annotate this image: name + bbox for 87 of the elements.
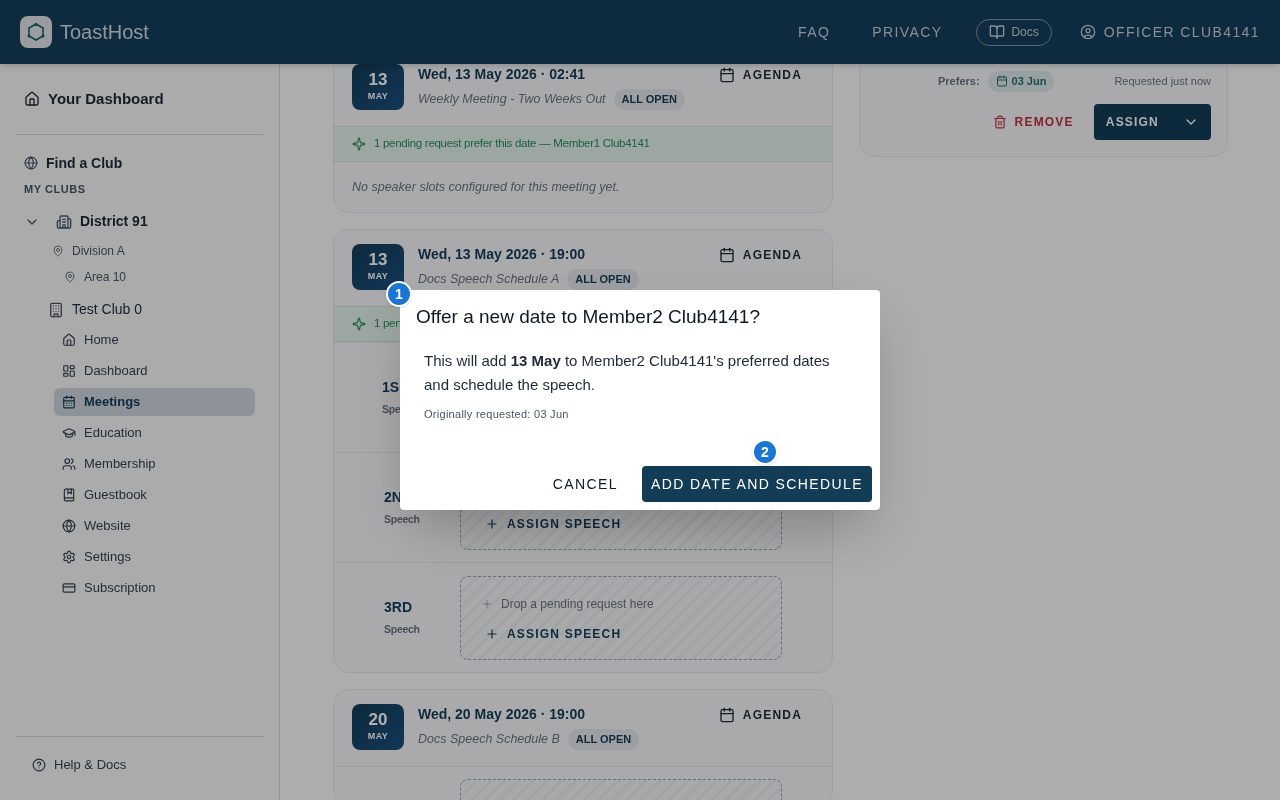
nav-item[interactable]: Settings [54, 542, 255, 571]
find-club-link[interactable]: Find a Club [16, 147, 263, 179]
globe-icon [24, 156, 38, 170]
date-chip: 03 Jun [987, 71, 1055, 92]
calendar-icon [718, 67, 735, 83]
meeting-subtitle: Docs Speech Schedule B [418, 730, 560, 748]
nav-item[interactable]: Home [54, 325, 255, 354]
empty-note: No speaker slots configured for this meeting yet. [352, 178, 620, 196]
meeting-title: Wed, 20 May 2026 · 19:00 [418, 705, 587, 724]
trash-icon [992, 114, 1007, 129]
calendar-icon [718, 247, 735, 263]
nav-item[interactable]: Education [54, 418, 255, 447]
slot-ordinal: 3RD [384, 598, 412, 618]
book-icon [989, 24, 1006, 40]
remove-button[interactable]: REMOVE [992, 112, 1074, 131]
sparkle-icon [352, 137, 366, 151]
nav-link[interactable]: PRIVACY [872, 21, 943, 43]
district-label[interactable]: District 91 [80, 211, 148, 232]
meeting-subtitle: Weekly Meeting - Two Weeks Out [418, 90, 606, 108]
location-label[interactable]: Area 10 [84, 267, 127, 286]
nav-item[interactable]: Membership [54, 449, 255, 478]
plus-icon [485, 516, 499, 531]
nav-item[interactable]: Website [54, 511, 255, 540]
plus-icon [481, 597, 493, 610]
requested-time: Requested just now [1114, 74, 1211, 89]
nav-item[interactable]: Dashboard [54, 356, 255, 385]
home-icon [62, 332, 76, 347]
cancel-button[interactable]: CANCEL [540, 466, 631, 502]
dashboard-link[interactable]: Your Dashboard [16, 64, 263, 135]
building-icon [48, 301, 64, 318]
location-pin-icon [64, 270, 76, 283]
date-badge: 13 MAY [352, 244, 404, 290]
nav-item[interactable]: Guestbook [54, 480, 255, 509]
help-link[interactable]: Help & Docs [16, 736, 263, 792]
meeting-title: Wed, 13 May 2026 · 02:41 [418, 65, 587, 84]
location-label[interactable]: Division A [72, 241, 125, 260]
slot-type: Speech [384, 512, 420, 528]
calendar-icon [62, 394, 76, 409]
status-badge: ALL OPEN [613, 89, 685, 110]
home-icon [24, 91, 40, 107]
banner-text: 1 pending request prefer this date — Member1 Club4141 [374, 136, 650, 152]
status-badge: ALL OPEN [567, 269, 639, 290]
date-badge: 20 MAY [352, 704, 404, 750]
dashboard-icon [62, 363, 76, 378]
meeting-title: Wed, 13 May 2026 · 19:00 [418, 245, 587, 264]
meeting-subtitle: Docs Speech Schedule A [418, 270, 560, 288]
assign-speech-button[interactable]: ASSIGN SPEECH [485, 514, 622, 533]
club-label[interactable]: Test Club 0 [72, 299, 143, 320]
nav-link[interactable]: FAQ [797, 21, 831, 43]
brand-name[interactable]: ToastHost [60, 17, 149, 47]
account-button[interactable]: OFFICER CLUB4141 [1079, 21, 1260, 43]
user-icon [1079, 24, 1096, 40]
logo-icon[interactable] [20, 16, 52, 48]
book-icon [62, 487, 76, 502]
settings-icon [62, 549, 76, 564]
drop-zone[interactable]: Drop a pending request here ASSIGN SPEECH [460, 575, 782, 660]
confirm-button[interactable]: ADD DATE AND SCHEDULE [642, 466, 872, 502]
status-badge: ALL OPEN [567, 729, 640, 750]
nav-item[interactable]: Subscription [54, 573, 255, 602]
dialog-note: Originally requested: 03 Jun [424, 406, 570, 422]
assign-speech-button[interactable]: ASSIGN SPEECH [485, 624, 622, 643]
club-row[interactable]: Test Club 0 [24, 293, 255, 326]
date-badge: 13 MAY [352, 64, 404, 110]
drop-hint: Drop a pending request here [501, 595, 654, 613]
agenda-button[interactable]: AGENDA [718, 706, 802, 724]
graduation-cap-icon [62, 425, 76, 440]
building-icon [56, 213, 72, 230]
globe-icon [62, 518, 76, 533]
dialog-message: This will add 13 May to Member2 Club4141's preferred dates and schedule the speech. [424, 350, 831, 395]
slot-type: Spe [382, 402, 401, 418]
help-icon [32, 757, 46, 772]
people-icon [62, 456, 76, 471]
section-heading: MY CLUBS [23, 182, 87, 197]
slot-type: Speech [384, 622, 420, 638]
dialog-title: Offer a new date to Member2 Club4141? [416, 305, 761, 329]
calendar-icon [718, 707, 735, 723]
nav-item[interactable]: Meetings [54, 387, 255, 416]
plus-icon [485, 626, 499, 641]
agenda-button[interactable]: AGENDA [718, 66, 802, 84]
assign-button[interactable]: ASSIGN [1093, 112, 1171, 131]
sparkle-icon [352, 317, 366, 331]
calendar-icon [995, 75, 1008, 88]
card-icon [62, 580, 76, 595]
slot-ordinal: 1S [382, 378, 400, 398]
location-pin-icon [52, 244, 64, 257]
prefers-label: Prefers: [938, 74, 980, 89]
agenda-button[interactable]: AGENDA [718, 246, 802, 264]
